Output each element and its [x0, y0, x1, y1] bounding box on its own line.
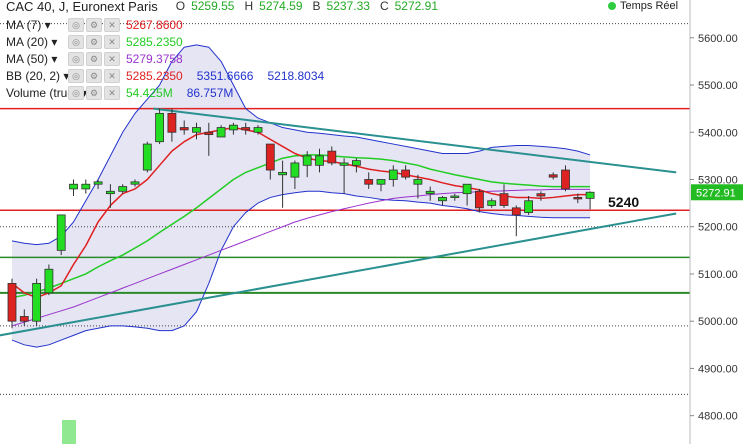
indicator-controls: ◎ ⚙ ✕	[68, 52, 120, 66]
candle	[511, 207, 521, 216]
candle	[388, 169, 398, 180]
y-tick-label: 5200.00	[698, 222, 738, 234]
y-tick-label: 5000.00	[698, 316, 738, 328]
indicator-value: 5218.8034	[267, 69, 325, 83]
candle	[81, 183, 91, 190]
y-tick-label: 5100.00	[698, 269, 738, 281]
last-price-label: 5272.91	[696, 187, 736, 199]
candle	[192, 127, 201, 133]
candle	[524, 200, 533, 213]
candle	[302, 155, 312, 166]
indicator-label[interactable]: Volume (true) ▾	[6, 85, 87, 101]
candle	[56, 214, 66, 251]
close-icon[interactable]: ✕	[104, 52, 120, 66]
candle	[425, 190, 435, 195]
indicator-label[interactable]: MA (7) ▾	[6, 17, 68, 33]
candle	[315, 155, 324, 166]
candle	[130, 181, 140, 185]
candle	[401, 169, 411, 178]
candle	[19, 316, 29, 322]
annotation-label: 5240	[608, 194, 639, 210]
indicator-value: 5351.6666	[196, 69, 254, 83]
indicator-label[interactable]: MA (20) ▾	[6, 34, 68, 50]
settings-icon[interactable]: ⚙	[86, 35, 102, 49]
indicator-row: BB (20, 2) ▾ ◎ ⚙ ✕ 5285.2350 5351.6666 5218.80…	[6, 68, 338, 84]
candle	[265, 143, 275, 171]
candle	[376, 179, 386, 185]
candle	[573, 197, 583, 200]
visibility-icon[interactable]: ◎	[68, 18, 84, 32]
candle	[561, 169, 570, 190]
candle	[106, 190, 115, 195]
visibility-icon[interactable]: ◎	[68, 69, 84, 83]
candle	[499, 193, 509, 206]
close-icon[interactable]: ✕	[104, 35, 120, 49]
y-tick-label: 5600.00	[698, 33, 738, 45]
y-tick-label: 5500.00	[698, 80, 738, 92]
candle	[438, 197, 447, 202]
candle	[413, 179, 423, 185]
candle	[93, 181, 103, 185]
settings-icon[interactable]: ⚙	[86, 86, 102, 100]
candle	[450, 195, 460, 198]
indicator-row: MA (20) ▾ ◎ ⚙ ✕ 5285.2350	[6, 34, 197, 50]
y-tick-label: 4800.00	[698, 411, 738, 423]
candle	[548, 174, 558, 178]
visibility-icon[interactable]: ◎	[68, 52, 84, 66]
candle	[585, 191, 595, 199]
settings-icon[interactable]: ⚙	[86, 18, 102, 32]
close-icon[interactable]: ✕	[104, 69, 120, 83]
indicator-controls: ◎ ⚙ ✕	[68, 69, 120, 83]
candle	[7, 283, 17, 322]
candle	[327, 150, 337, 164]
candle	[118, 186, 128, 192]
indicator-value: 54.425M	[126, 86, 173, 100]
candle	[536, 193, 546, 197]
indicator-row: Volume (true) ▾ ◎ ⚙ ✕ 54.425M 86.757M	[6, 85, 247, 101]
candle	[155, 112, 165, 143]
indicator-value: 86.757M	[186, 86, 234, 100]
visibility-icon[interactable]: ◎	[68, 86, 84, 100]
indicator-label[interactable]: MA (50) ▾	[6, 51, 68, 67]
candle	[69, 183, 78, 190]
close-icon[interactable]: ✕	[104, 86, 120, 100]
candle	[142, 143, 152, 171]
volume-bar	[62, 420, 76, 444]
indicator-controls: ◎ ⚙ ✕	[68, 86, 120, 100]
candle	[351, 160, 361, 166]
settings-icon[interactable]: ⚙	[86, 69, 102, 83]
candle	[474, 190, 484, 209]
indicator-label[interactable]: BB (20, 2) ▾	[6, 68, 69, 84]
candle	[462, 183, 472, 195]
indicator-controls: ◎ ⚙ ✕	[68, 35, 120, 49]
y-tick-label: 5400.00	[698, 127, 738, 139]
indicator-row: MA (7) ▾ ◎ ⚙ ✕ 5267.8600	[6, 17, 197, 33]
visibility-icon[interactable]: ◎	[68, 35, 84, 49]
candle	[44, 268, 54, 294]
indicator-value: 5285.2350	[126, 35, 183, 49]
candle	[339, 162, 349, 166]
candle	[487, 200, 497, 206]
candle	[216, 127, 226, 138]
indicator-row: MA (50) ▾ ◎ ⚙ ✕ 5279.3758	[6, 51, 197, 67]
candle	[167, 112, 177, 133]
candle	[241, 127, 251, 131]
candle	[253, 127, 263, 133]
candle	[228, 124, 238, 131]
settings-icon[interactable]: ⚙	[86, 52, 102, 66]
y-tick-label: 4900.00	[698, 363, 738, 375]
candle	[32, 283, 41, 322]
indicator-value: 5285.2350	[126, 69, 183, 83]
indicator-controls: ◎ ⚙ ✕	[68, 18, 120, 32]
indicator-value: 5267.8600	[126, 18, 183, 32]
candle	[204, 131, 214, 136]
candle	[290, 162, 300, 178]
indicator-value: 5279.3758	[126, 52, 183, 66]
close-icon[interactable]: ✕	[104, 18, 120, 32]
candle	[278, 172, 288, 176]
candle	[179, 127, 189, 131]
candle	[364, 179, 374, 185]
